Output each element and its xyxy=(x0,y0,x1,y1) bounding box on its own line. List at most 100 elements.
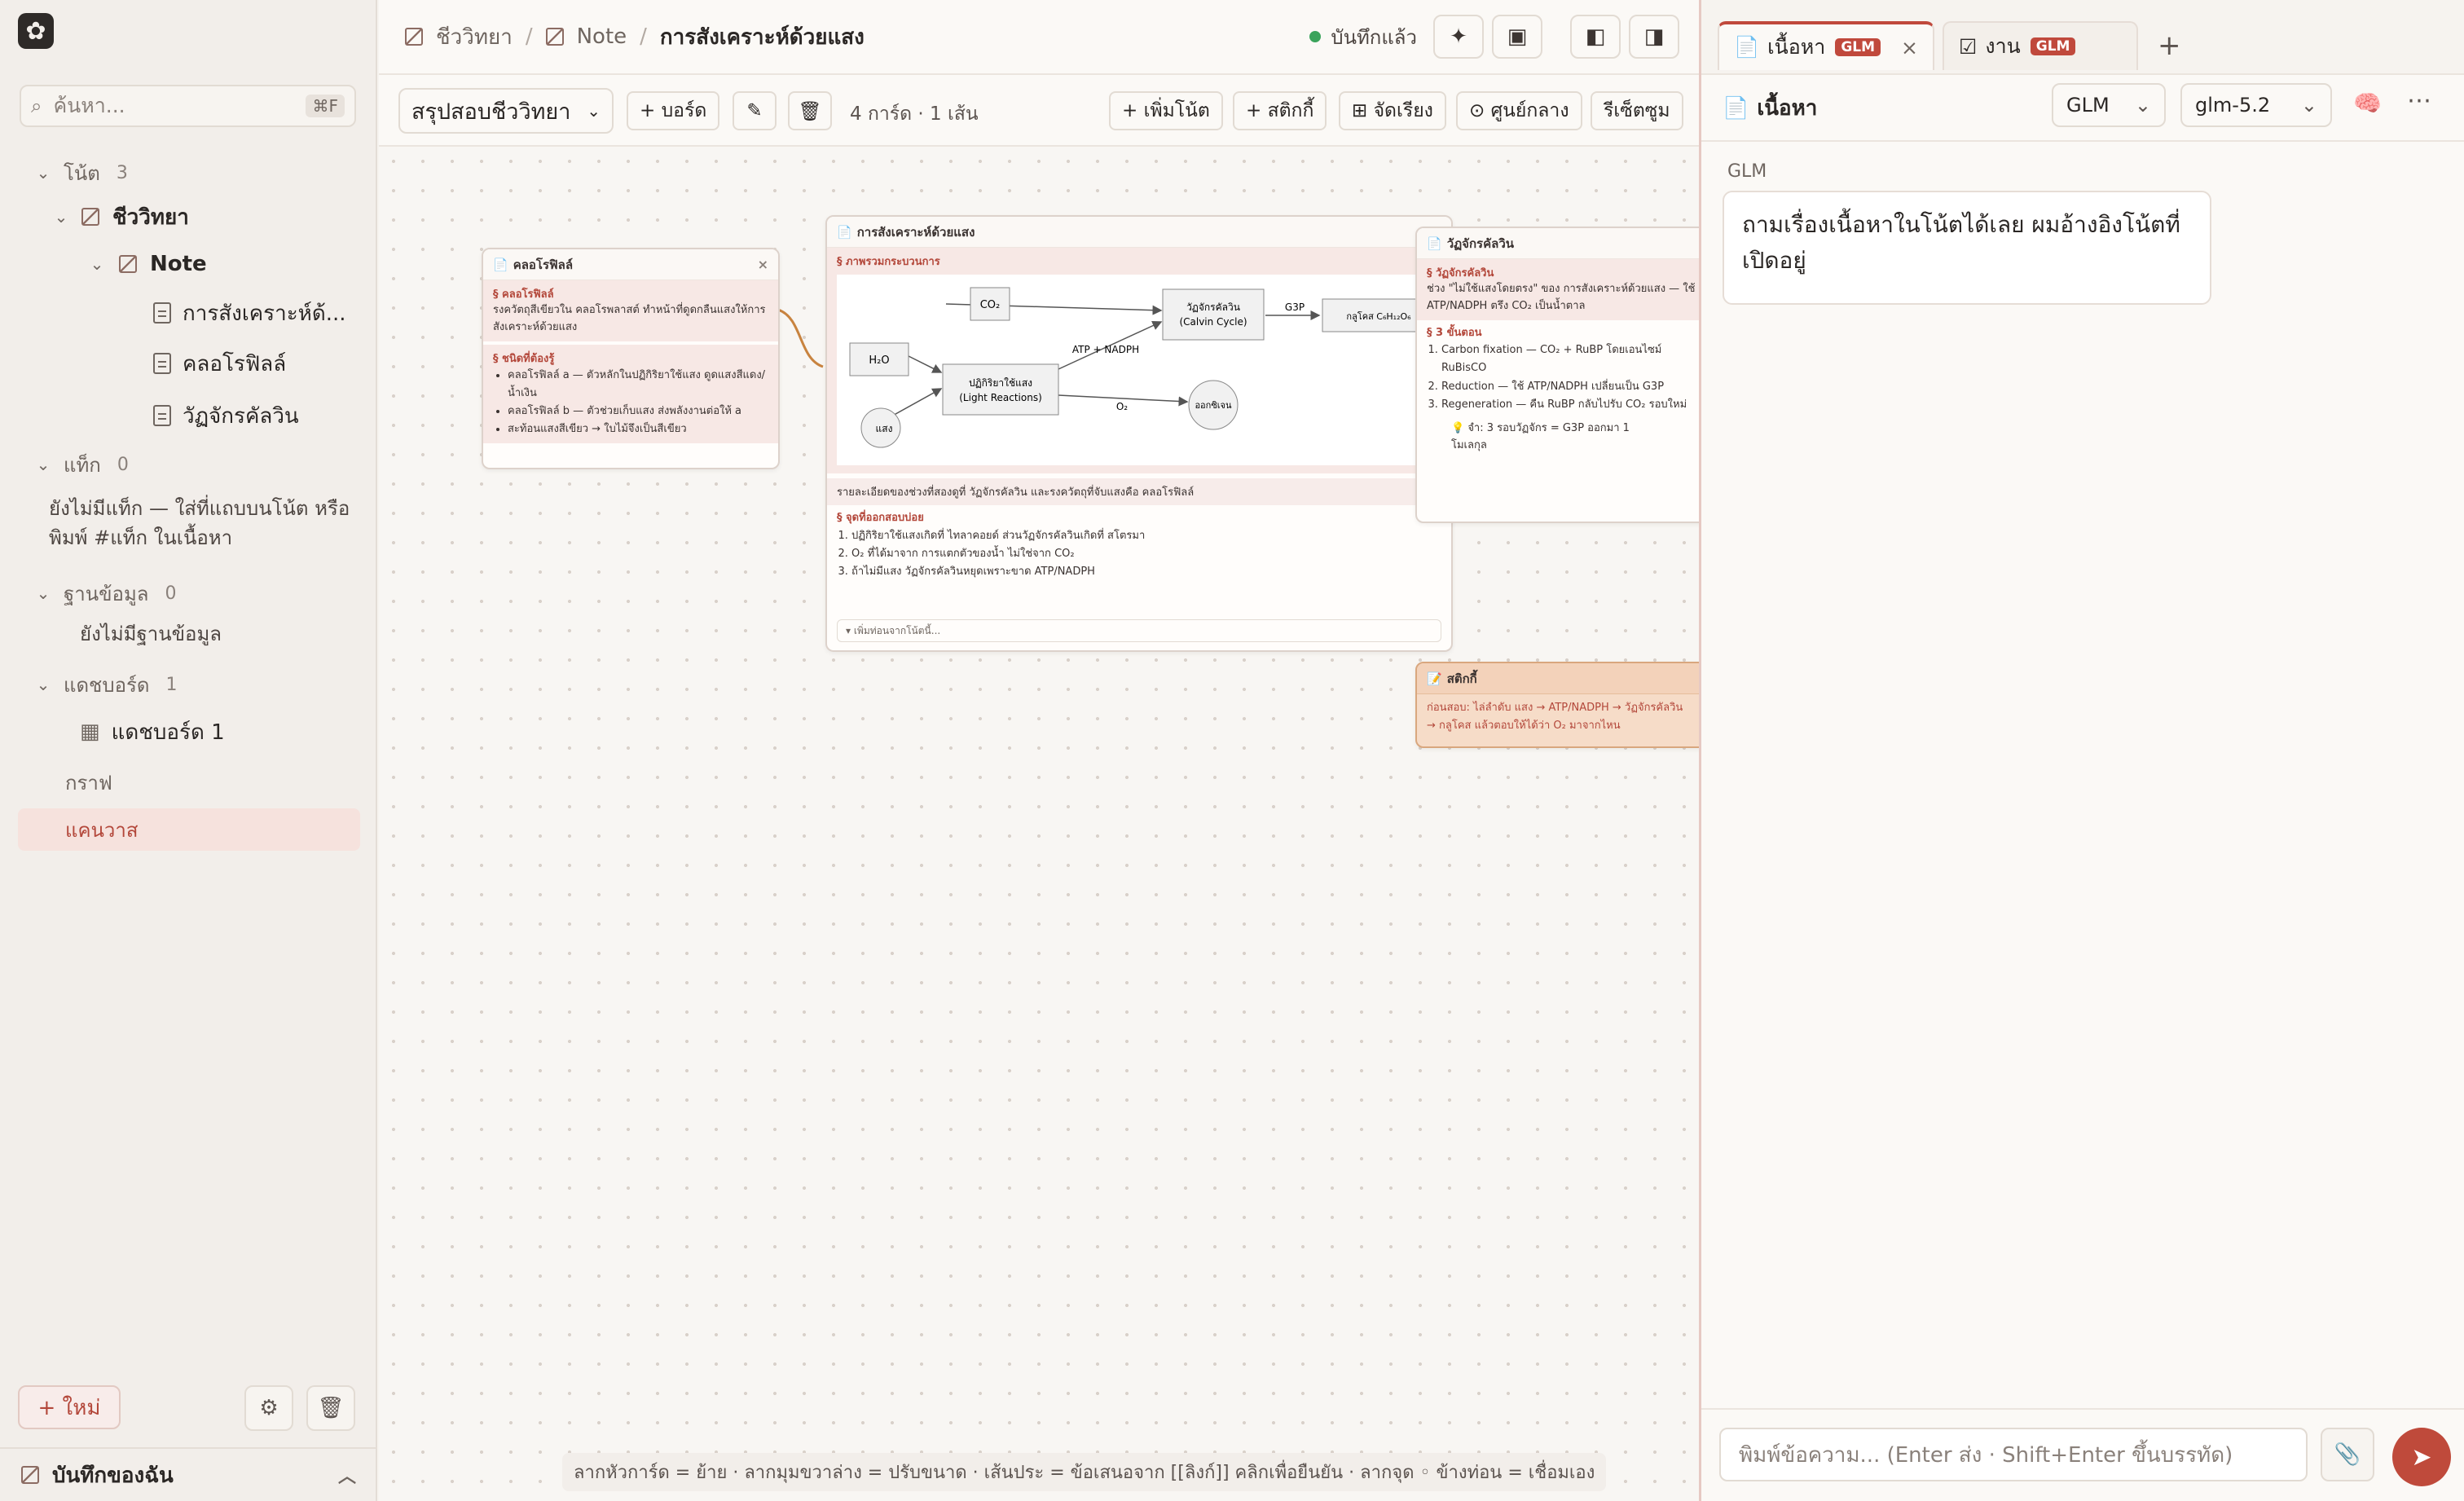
note-item-chlorophyll[interactable]: คลอโรฟิลล์ xyxy=(153,342,286,385)
card-section: § จุดที่ออกสอบบ่อย ปฏิกิริยาใช้แสงเกิดที… xyxy=(827,505,1451,586)
nav-canvas[interactable]: แคนวาส xyxy=(18,808,360,851)
board-select-value: สรุปสอบชีววิทยา xyxy=(411,99,571,125)
toggle-right-panel-button[interactable]: ◨ xyxy=(1629,15,1679,59)
section-body: ช่วง "ไม่ใช้แสงโดยตรง" ของ การสังเคราะห์… xyxy=(1427,283,1696,312)
board-select[interactable]: สรุปสอบชีววิทยา ⌄ xyxy=(398,88,614,134)
app-logo-icon[interactable]: ✿ xyxy=(18,13,54,49)
assistant-panel: 📄 เนื้อหา GLM × ☑ งาน GLM + 📄 เนื้อหา GL… xyxy=(1699,0,2464,1501)
add-sticky-button[interactable]: + สติกกี้ xyxy=(1233,91,1327,130)
settings-button[interactable]: ⚙ xyxy=(244,1385,293,1431)
folder-biology[interactable]: ⌄ ชีววิทยา xyxy=(51,196,189,238)
diagram-label-atp: ATP + NADPH xyxy=(1072,344,1139,355)
section-tags-label: แท็ก xyxy=(64,453,101,477)
diagram-label-oxygen: ออกซิเจน xyxy=(1195,400,1232,411)
section-databases-count: 0 xyxy=(165,583,177,604)
arrange-button[interactable]: ⊞ จัดเรียง xyxy=(1339,91,1446,130)
chevron-down-icon[interactable]: ⌄ xyxy=(33,162,54,183)
new-button[interactable]: + ใหม่ xyxy=(18,1385,121,1429)
list-item: คลอโรฟิลล์ a — ตัวหลักในปฏิกิริยาใช้แสง … xyxy=(508,367,768,403)
tab-content[interactable]: 📄 เนื้อหา GLM × xyxy=(1718,21,1934,70)
section-title: § ภาพรวมกระบวนการ xyxy=(837,256,940,268)
tab-content-label: เนื้อหา xyxy=(1767,35,1826,59)
add-excerpt-select[interactable]: ▾ เพิ่มท่อนจากโน้ตนี้... xyxy=(837,619,1441,642)
search-icon: ⌕ xyxy=(31,95,42,117)
divider xyxy=(1701,140,2464,142)
diagram-label-glucose: กลูโคส C₆H₁₂O₆ xyxy=(1346,310,1411,322)
breadcrumb-item[interactable]: Note xyxy=(577,24,627,49)
tab-tasks[interactable]: ☑ งาน GLM xyxy=(1943,21,2138,70)
breadcrumb-current: การสังเคราะห์ด้วยแสง xyxy=(659,24,865,50)
toggle-left-panel-button[interactable]: ◧ xyxy=(1570,15,1621,59)
diagram-label-calvin-th: วัฏจักรคัลวิน xyxy=(1186,302,1240,313)
more-options-icon[interactable]: ⋯ xyxy=(2407,86,2431,115)
sticky-card[interactable]: 📝 สติกกี้ ก่อนสอบ: ไล่ลำดับ แสง → ATP/NA… xyxy=(1415,662,1699,748)
list-item: คลอโรฟิลล์ b — ตัวช่วยเก็บแสง ส่งพลังงาน… xyxy=(508,403,768,420)
search-input[interactable]: ⌕ ค้นหา... ⌘F xyxy=(20,85,356,127)
breadcrumb-item[interactable]: ชีววิทยา xyxy=(436,20,513,54)
add-board-button[interactable]: + บอร์ด xyxy=(627,91,720,130)
card-section: § 3 ขั้นตอน Carbon fixation — CO₂ + RuBP… xyxy=(1417,320,1699,460)
attach-button[interactable]: 📎 xyxy=(2321,1428,2374,1481)
model-select[interactable]: glm-5.2 ⌄ xyxy=(2180,83,2332,127)
vault-switcher[interactable]: บันทึกของฉัน ︿ xyxy=(0,1447,377,1501)
section-tags-count: 0 xyxy=(117,454,129,475)
chevron-down-icon[interactable]: ⌄ xyxy=(33,674,54,695)
brain-icon[interactable]: 🧠 xyxy=(2353,90,2382,117)
diagram-label-co2: CO₂ xyxy=(980,299,1001,311)
message-input[interactable]: พิมพ์ข้อความ... (Enter ส่ง · Shift+Enter… xyxy=(1719,1428,2308,1481)
add-note-button[interactable]: + เพิ่มโน้ต xyxy=(1109,91,1223,130)
canvas-help-hint: ลากหัวการ์ด = ย้าย · ลากมุมขวาล่าง = ปรั… xyxy=(562,1453,1607,1491)
checkbox-icon: ☑ xyxy=(1959,34,1978,59)
note-item-photosynthesis[interactable]: การสังเคราะห์ด้... xyxy=(153,292,346,334)
section-databases[interactable]: ⌄ ฐานข้อมูล 0 xyxy=(33,572,177,614)
model-badge: GLM xyxy=(1835,38,1881,56)
card-header[interactable]: 📄 คลอโรฟิลล์ × xyxy=(483,249,778,280)
folder-biology-label: ชีววิทยา xyxy=(112,205,189,230)
center-button[interactable]: ⊙ ศูนย์กลาง xyxy=(1456,91,1582,130)
chevron-down-icon[interactable]: ⌄ xyxy=(33,454,54,475)
note-item-calvin[interactable]: วัฏจักรคัลวิน xyxy=(153,394,299,437)
section-tags[interactable]: ⌄ แท็ก 0 xyxy=(33,443,129,486)
edit-board-button[interactable]: ✎ xyxy=(733,91,777,130)
breadcrumb-separator: / xyxy=(525,24,533,49)
send-icon: ➤ xyxy=(2411,1442,2432,1472)
card-connector-line[interactable] xyxy=(778,302,827,375)
card-photosynthesis[interactable]: 📄 การสังเคราะห์ด้วยแสง § ภาพรวมกระบวนการ… xyxy=(825,215,1453,652)
card-calvin[interactable]: 📄 วัฏจักรคัลวิน § วัฏจักรคัลวิน ช่วง "ไม… xyxy=(1415,227,1699,523)
document-icon: 📄 xyxy=(493,257,508,272)
section-databases-label: ฐานข้อมูล xyxy=(64,582,149,605)
send-button[interactable]: ➤ xyxy=(2392,1428,2451,1486)
chevron-down-icon[interactable]: ⌄ xyxy=(51,206,72,227)
header-bar: ชีววิทยา / Note / การสังเคราะห์ด้วยแสง บ… xyxy=(379,0,1699,75)
panel-title-label: เนื้อหา xyxy=(1757,96,1818,121)
trash-button[interactable]: 🗑 xyxy=(306,1385,355,1431)
list-item: สะท้อนแสงสีเขียว → ใบไม้จึงเป็นสีเขียว xyxy=(508,420,768,438)
card-header[interactable]: 📄 การสังเคราะห์ด้วยแสง xyxy=(827,217,1451,248)
section-dashboards[interactable]: ⌄ แดชบอร์ด 1 xyxy=(33,663,178,706)
reset-zoom-button[interactable]: รีเซ็ตซูม xyxy=(1591,91,1683,130)
section-notes[interactable]: ⌄ โน้ต 3 xyxy=(33,152,128,194)
folder-note[interactable]: ⌄ Note xyxy=(86,243,207,285)
save-icon: ▣ xyxy=(1507,24,1528,49)
diagram-label-calvin-en: (Calvin Cycle) xyxy=(1179,316,1247,328)
chevron-down-icon[interactable]: ⌄ xyxy=(33,583,54,604)
card-header[interactable]: 📝 สติกกี้ xyxy=(1417,663,1699,694)
card-header[interactable]: 📄 วัฏจักรคัลวิน xyxy=(1417,228,1699,259)
delete-board-button[interactable]: 🗑 xyxy=(788,91,832,130)
document-icon: 📄 xyxy=(1427,235,1442,251)
add-excerpt-label: ▾ เพิ่มท่อนจากโน้ตนี้... xyxy=(846,624,941,636)
provider-select[interactable]: GLM ⌄ xyxy=(2052,83,2166,127)
save-button[interactable]: ▣ xyxy=(1492,15,1542,59)
close-icon[interactable]: × xyxy=(758,257,768,272)
chevron-down-icon[interactable]: ⌄ xyxy=(86,253,108,275)
add-tab-button[interactable]: + xyxy=(2158,29,2181,62)
section-dashboards-label: แดชบอร์ด xyxy=(64,673,150,697)
document-icon: 📄 xyxy=(1723,95,1749,121)
canvas-area[interactable]: 📄 คลอโรฟิลล์ × § คลอโรฟิลล์ รงควัตถุสีเข… xyxy=(379,147,1699,1501)
card-chlorophyll[interactable]: 📄 คลอโรฟิลล์ × § คลอโรฟิลล์ รงควัตถุสีเข… xyxy=(482,248,780,469)
chevron-up-icon[interactable]: ︿ xyxy=(338,1462,356,1488)
dashboard-item[interactable]: ▦ แดชบอร์ด 1 xyxy=(80,711,225,753)
close-icon[interactable]: × xyxy=(1901,36,1918,59)
ai-sparkle-button[interactable]: ✦ xyxy=(1433,15,1484,59)
nav-graph[interactable]: กราฟ xyxy=(65,761,310,803)
